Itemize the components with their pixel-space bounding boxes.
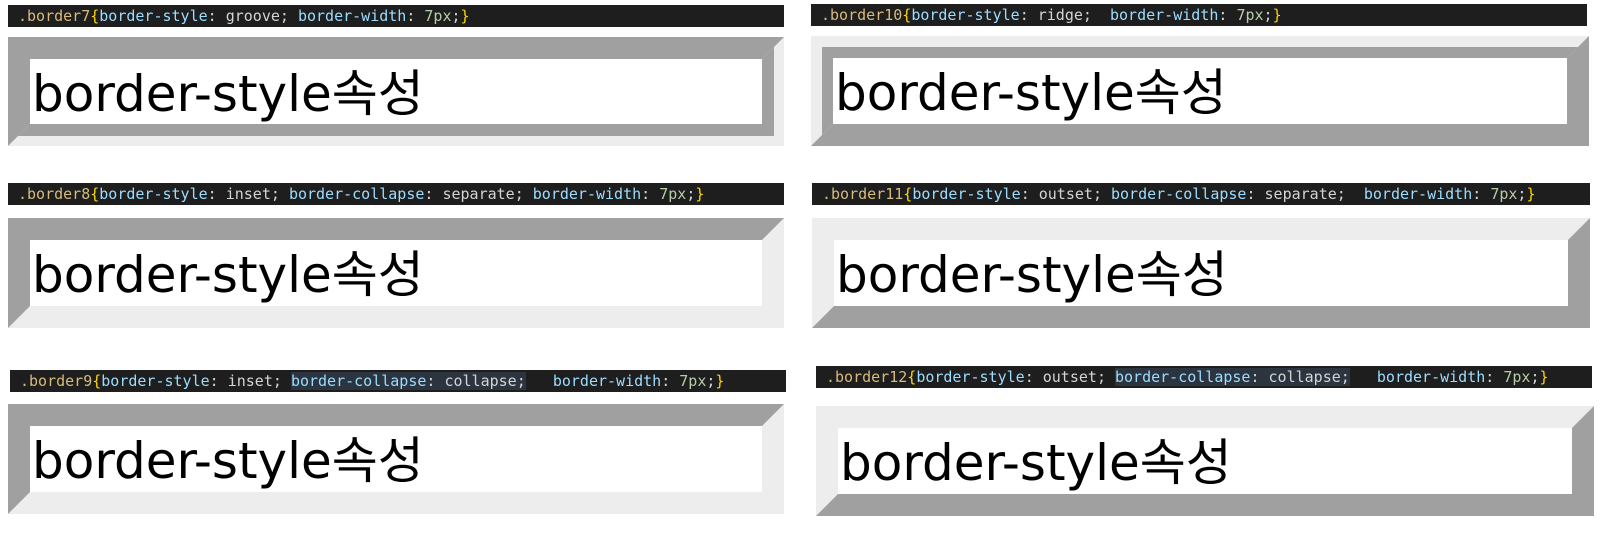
demo-box-inset-separate: border-style속성 <box>8 218 784 328</box>
demo-text: border-style속성 <box>32 246 424 304</box>
code-line-border8: .border8{border-style: inset; border-col… <box>8 183 784 205</box>
css-selector: .border7 <box>18 7 91 25</box>
css-selector: .border12 <box>826 368 908 386</box>
demo-box-outset-separate: border-style속성 <box>812 218 1590 328</box>
code-line-border11: .border11{border-style: outset; border-c… <box>812 183 1590 205</box>
code-line-border7: .border7{border-style: groove; border-wi… <box>8 5 784 27</box>
demo-box-ridge: border-style속성 <box>811 36 1589 146</box>
demo-text: border-style속성 <box>32 64 424 123</box>
css-selector: .border9 <box>20 372 93 390</box>
css-selector: .border8 <box>18 185 91 203</box>
css-selector: .border11 <box>822 185 904 203</box>
code-line-border9: .border9{border-style: inset; border-col… <box>10 370 786 392</box>
demo-text: border-style속성 <box>840 434 1232 492</box>
demo-text: border-style속성 <box>835 64 1227 122</box>
demo-text: border-style속성 <box>32 432 424 490</box>
demo-box-outset-collapse: border-style속성 <box>816 406 1594 516</box>
code-line-border10: .border10{border-style: ridge; border-wi… <box>811 4 1587 26</box>
code-line-border12: .border12{border-style: outset; border-c… <box>816 366 1592 388</box>
demo-text: border-style속성 <box>836 246 1228 304</box>
css-selector: .border10 <box>821 6 903 24</box>
demo-box-groove: border-style속성 <box>8 37 784 146</box>
demo-box-inset-collapse: border-style속성 <box>8 404 784 514</box>
